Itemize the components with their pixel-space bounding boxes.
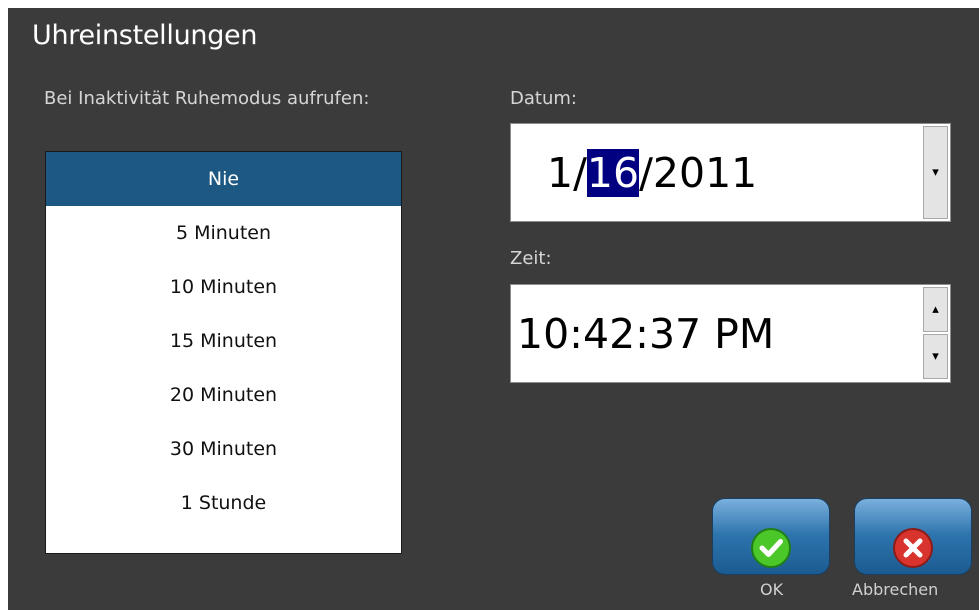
- cancel-button[interactable]: [854, 498, 972, 575]
- ok-button[interactable]: [712, 498, 830, 575]
- timeout-option-15-minutes[interactable]: 15 Minuten: [46, 314, 401, 368]
- time-decrement-button[interactable]: ▾: [923, 334, 948, 379]
- date-month[interactable]: 1: [547, 149, 573, 197]
- up-arrow-icon: ▴: [932, 302, 939, 317]
- clock-settings-screen: Uhreinstellungen Bei Inaktivität Ruhemod…: [8, 8, 979, 610]
- date-value[interactable]: 1/16/2011: [547, 148, 757, 197]
- date-dropdown-button[interactable]: ▾: [923, 126, 948, 219]
- date-year[interactable]: 2011: [653, 149, 757, 197]
- time-field[interactable]: 10:42:37 PM ▴ ▾: [510, 284, 951, 383]
- date-separator-first: /: [573, 148, 587, 197]
- date-label: Datum:: [510, 88, 577, 109]
- down-arrow-icon: ▾: [932, 349, 939, 364]
- timeout-option-20-minutes[interactable]: 20 Minuten: [46, 368, 401, 422]
- timeout-option-never[interactable]: Nie: [46, 152, 401, 206]
- date-day-selected[interactable]: 16: [586, 148, 640, 197]
- time-label: Zeit:: [510, 248, 552, 269]
- date-separator-second: /: [639, 148, 653, 197]
- date-field[interactable]: 1/16/2011 ▾: [510, 123, 951, 222]
- cancel-button-label[interactable]: Abbrechen: [852, 580, 938, 599]
- x-icon: [893, 528, 933, 568]
- sleep-mode-label: Bei Inaktivität Ruhemodus aufrufen:: [44, 88, 370, 109]
- page-title: Uhreinstellungen: [32, 20, 258, 51]
- timeout-option-1-hour[interactable]: 1 Stunde: [46, 476, 401, 530]
- time-increment-button[interactable]: ▴: [923, 287, 948, 332]
- dropdown-arrow-icon: ▾: [932, 165, 939, 180]
- time-value[interactable]: 10:42:37 PM: [517, 310, 774, 358]
- sleep-timeout-list: Nie 5 Minuten 10 Minuten 15 Minuten 20 M…: [45, 151, 402, 554]
- checkmark-icon: [751, 528, 791, 568]
- timeout-option-5-minutes[interactable]: 5 Minuten: [46, 206, 401, 260]
- timeout-option-10-minutes[interactable]: 10 Minuten: [46, 260, 401, 314]
- ok-button-label[interactable]: OK: [760, 580, 783, 599]
- timeout-option-30-minutes[interactable]: 30 Minuten: [46, 422, 401, 476]
